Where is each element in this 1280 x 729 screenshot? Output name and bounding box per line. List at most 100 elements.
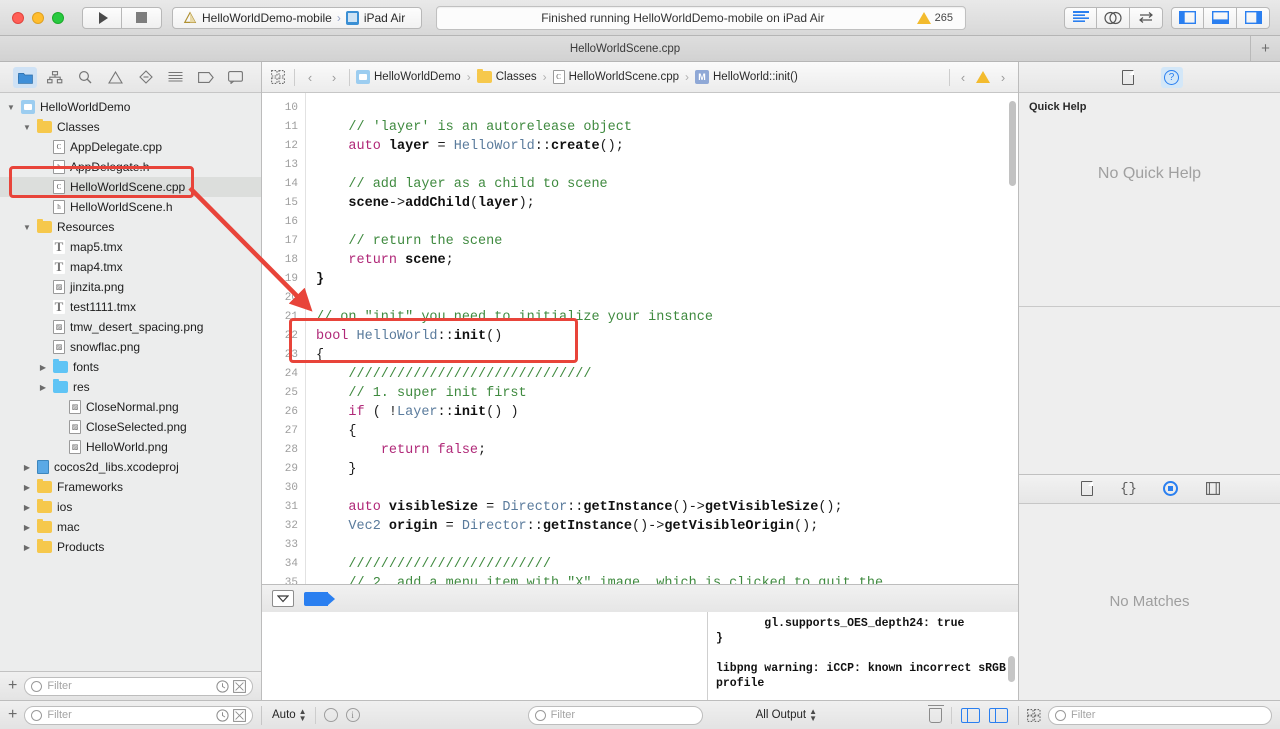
chevron-right-icon[interactable]: ▶ — [22, 523, 32, 532]
navigator-item-appdelegate-cpp[interactable]: C AppDelegate.cpp — [0, 137, 261, 157]
navigator-filter-field-bottom[interactable]: Filter — [24, 705, 253, 725]
editor-vertical-scrollbar[interactable] — [1009, 101, 1016, 186]
navigator-item-fonts[interactable]: ▶ fonts — [0, 357, 261, 377]
code-line[interactable]: auto layer = HelloWorld::create(); — [316, 137, 1018, 156]
clear-console-button[interactable] — [927, 704, 944, 723]
code-line[interactable]: } — [316, 460, 1018, 479]
toggle-navigator-button[interactable] — [1171, 6, 1204, 29]
show-variables-icon[interactable] — [323, 708, 338, 722]
navigator-item-snowflac-png[interactable]: ▨ snowflac.png — [0, 337, 261, 357]
find-navigator-tab[interactable] — [73, 67, 97, 88]
code-line[interactable]: return scene; — [316, 251, 1018, 270]
library-filter-field[interactable]: Filter — [1048, 705, 1272, 725]
recent-files-icon[interactable] — [216, 708, 229, 722]
go-back-button[interactable]: ‹ — [301, 70, 319, 85]
active-tab-title[interactable]: HelloWorldScene.cpp — [0, 43, 1250, 55]
show-variables-only-button[interactable] — [961, 707, 980, 723]
console-output[interactable]: gl.supports_OES_depth24: true} libpng wa… — [708, 612, 1018, 700]
code-line[interactable]: // 'layer' is an autorelease object — [316, 118, 1018, 137]
debug-navigator-tab[interactable] — [164, 67, 188, 88]
chevron-right-icon[interactable]: ▶ — [38, 383, 48, 392]
code-line[interactable] — [316, 156, 1018, 175]
chevron-right-icon[interactable]: ▶ — [22, 543, 32, 552]
navigator-item-cocos2d-libs-xcodeproj[interactable]: ▶ cocos2d_libs.xcodeproj — [0, 457, 261, 477]
file-template-library-tab[interactable] — [1076, 478, 1098, 499]
next-issue-button[interactable]: › — [994, 70, 1012, 85]
version-editor-button[interactable] — [1130, 6, 1163, 29]
run-button[interactable] — [82, 6, 122, 29]
quick-help-inspector-tab[interactable]: ? — [1160, 66, 1183, 88]
warning-indicator[interactable]: 265 — [916, 11, 953, 24]
variables-filter-field[interactable]: Filter — [527, 705, 703, 725]
variables-view[interactable] — [262, 612, 708, 700]
previous-issue-button[interactable]: ‹ — [954, 70, 972, 85]
toggle-utilities-button[interactable] — [1237, 6, 1270, 29]
code-line[interactable]: ////////////////////////////// — [316, 365, 1018, 384]
navigator-item-helloworldscene-cpp[interactable]: C HelloWorldScene.cpp — [0, 177, 261, 197]
close-window-button[interactable] — [12, 11, 24, 24]
console-output-selector[interactable]: All Output ▲ ▼ — [756, 708, 817, 723]
code-line[interactable]: scene->addChild(layer); — [316, 194, 1018, 213]
chevron-right-icon[interactable]: ▶ — [22, 483, 32, 492]
file-inspector-tab[interactable] — [1117, 67, 1139, 88]
code-line[interactable]: return false; — [316, 441, 1018, 460]
report-navigator-tab[interactable] — [224, 67, 248, 88]
code-snippet-library-tab[interactable]: {} — [1118, 478, 1140, 499]
chevron-right-icon[interactable]: ▶ — [22, 463, 32, 472]
navigator-item-products[interactable]: ▶ Products — [0, 537, 261, 557]
code-line[interactable] — [316, 479, 1018, 498]
standard-editor-button[interactable] — [1064, 6, 1097, 29]
assistant-editor-button[interactable] — [1097, 6, 1130, 29]
issue-navigator-tab[interactable] — [103, 67, 127, 88]
chevron-down-icon[interactable]: ▼ — [22, 223, 32, 232]
navigator-item-jinzita-png[interactable]: ▨ jinzita.png — [0, 277, 261, 297]
chevron-down-icon[interactable]: ▼ — [6, 103, 16, 112]
info-icon[interactable]: i — [345, 708, 360, 722]
add-file-button[interactable]: + — [8, 706, 17, 724]
code-line[interactable]: // on "init" you need to initialize your… — [316, 308, 1018, 327]
code-line[interactable]: // 2. add a menu item with "X" image, wh… — [316, 574, 1018, 584]
scheme-selector[interactable]: HelloWorldDemo-mobile › iPad Air — [172, 6, 422, 29]
navigator-item-mac[interactable]: ▶ mac — [0, 517, 261, 537]
issue-warning-icon[interactable] — [976, 71, 990, 83]
navigator-item-ios[interactable]: ▶ ios — [0, 497, 261, 517]
variables-scope-selector[interactable]: Auto ▲ ▼ — [272, 708, 307, 723]
source-code-editor[interactable]: 10 11 12 13 14 15 16 17 18 19 20 21 22 23 24 25 26 27 28 29… — [262, 93, 1018, 584]
navigator-item-appdelegate-h[interactable]: h AppDelegate.h — [0, 157, 261, 177]
navigator-item-res[interactable]: ▶ res — [0, 377, 261, 397]
go-forward-button[interactable]: › — [325, 70, 343, 85]
navigator-item-test1111-tmx[interactable]: Ttest1111.tmx — [0, 297, 261, 317]
breadcrumb-project[interactable]: HelloWorldDemo — [356, 70, 461, 84]
breakpoint-toggle-button[interactable] — [304, 591, 335, 606]
add-tab-button[interactable]: + — [1250, 36, 1280, 61]
code-line[interactable]: { — [316, 422, 1018, 441]
toggle-debug-area-button[interactable] — [1204, 6, 1237, 29]
symbol-navigator-tab[interactable] — [43, 67, 67, 88]
hide-debug-area-button[interactable] — [272, 590, 294, 607]
show-console-only-button[interactable] — [989, 707, 1008, 723]
code-text[interactable]: // 'layer' is an autorelease object auto… — [306, 93, 1018, 584]
project-file-tree[interactable]: ▼ HelloWorldDemo ▼ Classes C AppDelegate.cpp… — [0, 93, 261, 671]
code-line[interactable]: bool HelloWorld::init() — [316, 327, 1018, 346]
source-control-filter-icon[interactable] — [233, 708, 246, 722]
breadcrumb-symbol[interactable]: M HelloWorld::init() — [695, 70, 798, 84]
source-control-filter-icon[interactable] — [233, 679, 246, 693]
code-line[interactable]: } — [316, 270, 1018, 289]
breakpoint-navigator-tab[interactable] — [194, 67, 218, 88]
test-navigator-tab[interactable] — [134, 67, 158, 88]
navigator-item-map5-tmx[interactable]: Tmap5.tmx — [0, 237, 261, 257]
navigator-item-helloworldscene-h[interactable]: h HelloWorldScene.h — [0, 197, 261, 217]
code-line[interactable] — [316, 536, 1018, 555]
navigator-item-classes[interactable]: ▼ Classes — [0, 117, 261, 137]
related-items-button[interactable] — [268, 70, 288, 84]
navigator-item-resources[interactable]: ▼ Resources — [0, 217, 261, 237]
code-line[interactable] — [316, 289, 1018, 308]
zoom-window-button[interactable] — [52, 11, 64, 24]
chevron-right-icon[interactable]: ▶ — [22, 503, 32, 512]
code-line[interactable]: // return the scene — [316, 232, 1018, 251]
recent-files-icon[interactable] — [216, 679, 229, 693]
breadcrumb-group[interactable]: Classes — [476, 69, 537, 83]
navigator-item-helloworld-png[interactable]: ▨ HelloWorld.png — [0, 437, 261, 457]
library-grid-icon[interactable] — [1027, 708, 1041, 722]
navigator-item-closeselected-png[interactable]: ▨ CloseSelected.png — [0, 417, 261, 437]
